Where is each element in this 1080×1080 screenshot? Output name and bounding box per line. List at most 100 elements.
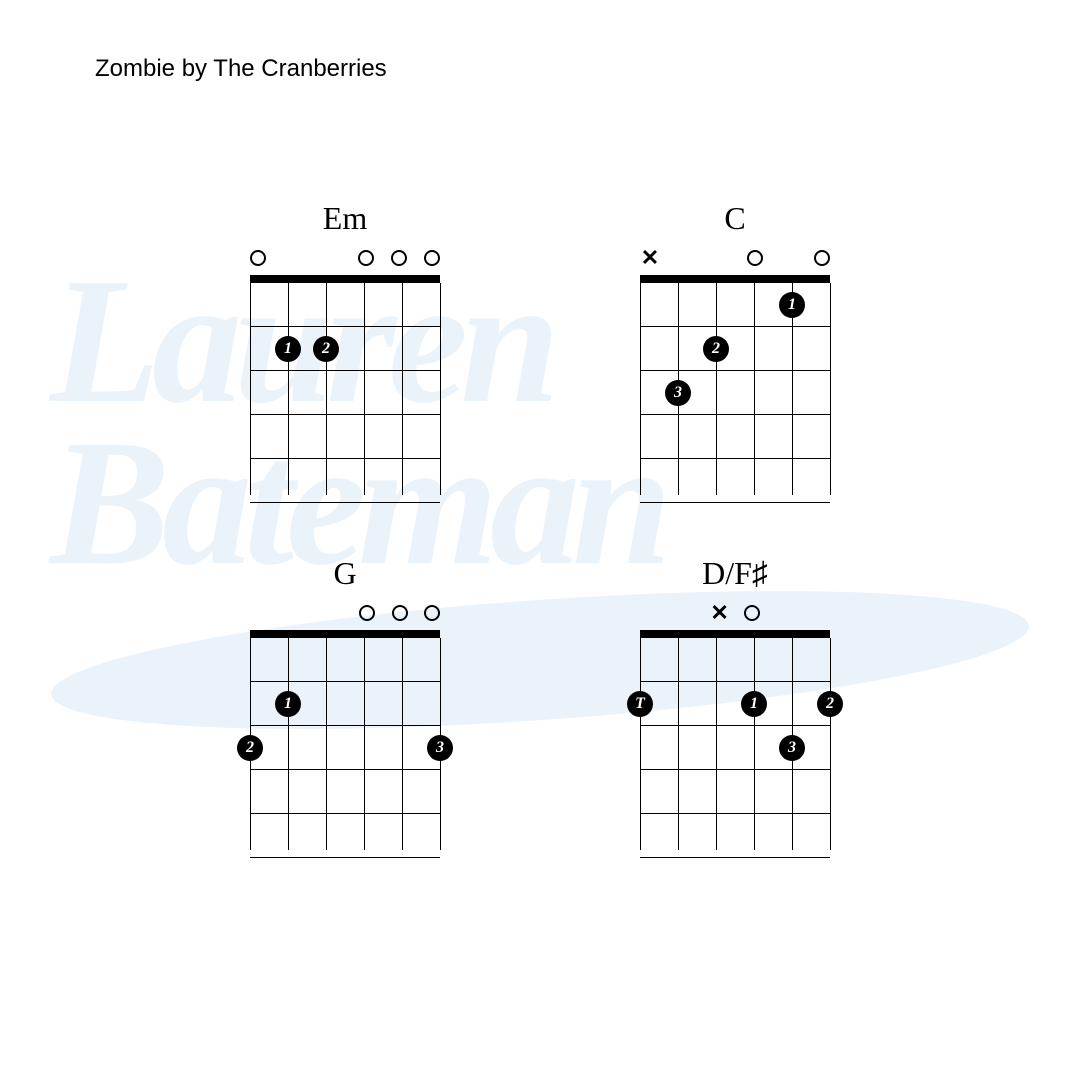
fretboard: 12 <box>250 275 440 495</box>
fret-line <box>640 370 830 371</box>
string-markers <box>250 602 440 626</box>
string-line <box>640 283 641 495</box>
string-line <box>678 638 679 850</box>
fret-line <box>640 813 830 814</box>
fret-line <box>250 857 440 858</box>
open-string-icon <box>744 605 760 621</box>
open-string-icon <box>391 250 407 266</box>
string-line <box>250 283 251 495</box>
fret-line <box>640 414 830 415</box>
finger-dot: 3 <box>427 735 453 761</box>
fret-line <box>250 769 440 770</box>
blank-marker <box>675 602 695 626</box>
mute-string-icon <box>710 602 730 626</box>
finger-dot: 1 <box>779 292 805 318</box>
fretboard: 123 <box>250 630 440 850</box>
string-line <box>754 283 755 495</box>
finger-label: 2 <box>712 340 720 358</box>
blank-marker <box>676 247 696 271</box>
string-line <box>830 638 831 850</box>
string-line <box>326 283 327 495</box>
blank-marker <box>286 602 306 626</box>
fret-line <box>640 502 830 503</box>
string-line <box>830 283 831 495</box>
fret-line <box>250 725 440 726</box>
open-string-icon <box>814 250 830 266</box>
open-string-icon <box>392 605 408 621</box>
chord-diagram-grid: Em12C123G123D/F♯T123 <box>200 200 880 850</box>
finger-label: T <box>635 695 645 713</box>
fretboard: T123 <box>640 630 830 850</box>
finger-label: 3 <box>674 384 682 402</box>
string-line <box>326 638 327 850</box>
fretboard: 1 2 3 <box>640 275 830 495</box>
blank-marker <box>250 602 270 626</box>
string-markers <box>640 602 830 626</box>
blank-marker <box>810 602 830 626</box>
blank-marker <box>283 247 303 271</box>
open-string-icon <box>250 250 266 266</box>
fret-line <box>640 725 830 726</box>
finger-label: 2 <box>826 695 834 713</box>
chord-diagram: Em12 <box>200 200 490 495</box>
finger-dot: 3 <box>665 380 691 406</box>
fret-line <box>640 681 830 682</box>
finger-label: 3 <box>788 739 796 757</box>
finger-dot: T <box>627 691 653 717</box>
chord-diagram: C 1 2 3 <box>590 200 880 495</box>
blank-marker <box>320 247 340 271</box>
fret-line <box>250 414 440 415</box>
open-string-icon <box>358 250 374 266</box>
chord-name: Em <box>323 200 367 237</box>
string-line <box>754 638 755 850</box>
finger-dot: 1 <box>275 336 301 362</box>
string-line <box>640 638 641 850</box>
blank-marker <box>775 602 795 626</box>
finger-dot: 2 <box>237 735 263 761</box>
finger-dot: 1 <box>275 691 301 717</box>
fret-line <box>250 458 440 459</box>
open-string-icon <box>359 605 375 621</box>
blank-marker <box>323 602 343 626</box>
finger-dot: 2 <box>313 336 339 362</box>
fret-line <box>640 857 830 858</box>
finger-label: 1 <box>284 695 292 713</box>
finger-dot: 1 <box>741 691 767 717</box>
open-string-icon <box>424 605 440 621</box>
finger-label: 2 <box>322 340 330 358</box>
fret-line <box>250 681 440 682</box>
open-string-icon <box>424 250 440 266</box>
fret-line <box>250 502 440 503</box>
chord-name: C <box>724 200 745 237</box>
mute-string-icon <box>640 247 660 271</box>
string-line <box>364 283 365 495</box>
string-line <box>402 638 403 850</box>
page-title: Zombie by The Cranberries <box>95 55 387 83</box>
string-markers <box>250 247 440 271</box>
fret-line <box>640 458 830 459</box>
chord-name: G <box>333 555 356 592</box>
string-line <box>716 283 717 495</box>
chord-name: D/F♯ <box>702 555 768 592</box>
finger-dot: 2 <box>703 336 729 362</box>
fret-line <box>640 769 830 770</box>
string-markers <box>640 247 830 271</box>
finger-label: 3 <box>436 739 444 757</box>
blank-marker <box>640 602 660 626</box>
string-line <box>288 638 289 850</box>
chord-diagram: G123 <box>200 555 490 850</box>
string-line <box>364 638 365 850</box>
string-line <box>716 638 717 850</box>
string-line <box>288 283 289 495</box>
finger-label: 1 <box>750 695 758 713</box>
finger-label: 2 <box>246 739 254 757</box>
string-line <box>402 283 403 495</box>
open-string-icon <box>747 250 763 266</box>
finger-dot: 3 <box>779 735 805 761</box>
chord-diagram: D/F♯T123 <box>590 555 880 850</box>
string-line <box>440 283 441 495</box>
fret-line <box>640 326 830 327</box>
fret-line <box>250 813 440 814</box>
finger-label: 1 <box>788 296 796 314</box>
fret-line <box>250 370 440 371</box>
